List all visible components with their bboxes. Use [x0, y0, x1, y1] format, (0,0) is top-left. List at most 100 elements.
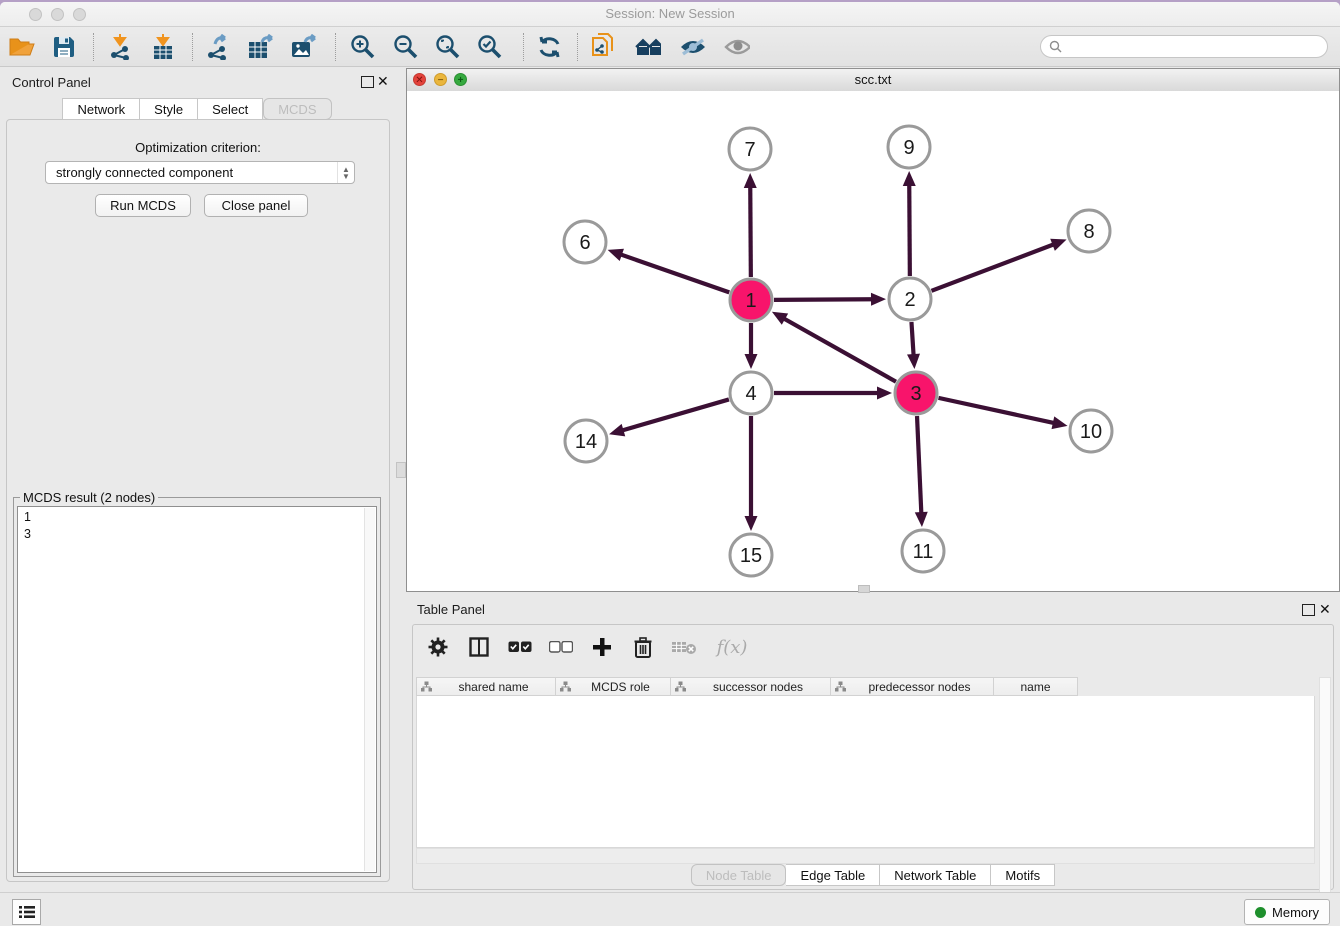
- table-body-background[interactable]: [416, 696, 1315, 848]
- edge-3-10[interactable]: [938, 398, 1054, 423]
- column-label: predecessor nodes: [846, 680, 993, 694]
- vertical-splitter-handle[interactable]: [396, 462, 406, 478]
- criterion-dropdown[interactable]: strongly connected component ▲▼: [45, 161, 355, 184]
- tab-edge-table[interactable]: Edge Table: [786, 864, 880, 886]
- table-horizontal-scrollbar[interactable]: [416, 848, 1315, 864]
- clone-network-icon[interactable]: [590, 34, 616, 60]
- list-icon: [19, 905, 35, 919]
- result-scrollbar[interactable]: [364, 508, 375, 871]
- export-network-icon[interactable]: [205, 34, 231, 60]
- node-label-14: 14: [575, 431, 597, 453]
- main-toolbar: [0, 27, 1340, 67]
- table-tabs: Node TableEdge TableNetwork TableMotifs: [413, 864, 1333, 886]
- tab-network-table[interactable]: Network Table: [880, 864, 991, 886]
- memory-status-icon: [1255, 907, 1266, 918]
- node-label-7: 7: [744, 139, 755, 161]
- delete-column-icon[interactable]: [630, 634, 656, 660]
- network-canvas[interactable]: 1234678910111415: [407, 91, 1339, 591]
- edge-arrowhead: [744, 173, 757, 188]
- show-all-icon[interactable]: [724, 34, 750, 60]
- edge-arrowhead: [745, 516, 758, 531]
- titlebar: Session: New Session: [0, 2, 1340, 27]
- node-label-10: 10: [1080, 421, 1102, 443]
- column-header-name[interactable]: name: [994, 677, 1078, 696]
- table-float-icon[interactable]: [1302, 604, 1315, 616]
- column-header-predecessor-nodes[interactable]: predecessor nodes: [831, 677, 994, 696]
- toolbar-separator: [577, 33, 578, 61]
- table-header-row: shared name MCDS role successor nodes prede…: [416, 677, 1315, 696]
- edge-2-8[interactable]: [932, 244, 1055, 291]
- edge-1-7[interactable]: [750, 186, 751, 277]
- search-input[interactable]: [1067, 39, 1327, 55]
- search-field[interactable]: [1040, 35, 1328, 58]
- node-label-8: 8: [1083, 221, 1094, 243]
- node-label-2: 2: [904, 289, 915, 311]
- task-history-button[interactable]: [12, 899, 41, 925]
- table-panel-header: Table Panel ✕: [406, 598, 1340, 624]
- edge-arrowhead: [608, 249, 624, 261]
- delete-table-icon[interactable]: [671, 634, 697, 660]
- tab-select[interactable]: Select: [198, 98, 263, 120]
- node-label-15: 15: [740, 545, 762, 567]
- edge-1-6[interactable]: [620, 254, 729, 292]
- control-panel-tabs: NetworkStyleSelectMCDS: [0, 98, 394, 120]
- toolbar-separator: [93, 33, 94, 61]
- edge-3-1[interactable]: [783, 318, 896, 382]
- toolbar-separator: [335, 33, 336, 61]
- close-panel-icon[interactable]: ✕: [377, 73, 389, 90]
- run-mcds-button[interactable]: Run MCDS: [95, 194, 191, 217]
- result-line: 1: [24, 509, 376, 526]
- zoom-fit-icon[interactable]: [435, 34, 461, 60]
- tab-style[interactable]: Style: [140, 98, 198, 120]
- edge-arrowhead: [871, 293, 886, 306]
- table-panel-title: Table Panel: [417, 602, 485, 617]
- column-header-shared-name[interactable]: shared name: [416, 677, 556, 696]
- table-settings-icon[interactable]: [425, 634, 451, 660]
- reset-view-icon[interactable]: [635, 34, 661, 60]
- canvas-resize-handle[interactable]: [858, 585, 870, 593]
- tab-motifs[interactable]: Motifs: [991, 864, 1055, 886]
- function-builder-icon[interactable]: f(x): [712, 634, 752, 660]
- edge-3-11[interactable]: [917, 416, 921, 514]
- mcds-result-area[interactable]: 13: [17, 506, 377, 873]
- export-table-icon[interactable]: [248, 34, 274, 60]
- select-all-columns-icon[interactable]: [507, 634, 533, 660]
- close-panel-button[interactable]: Close panel: [204, 194, 308, 217]
- column-label: MCDS role: [571, 680, 670, 694]
- split-columns-icon[interactable]: [466, 634, 492, 660]
- edge-arrowhead: [745, 354, 758, 369]
- dropdown-stepper-icon: ▲▼: [337, 162, 354, 183]
- import-table-icon[interactable]: [150, 34, 176, 60]
- deselect-all-columns-icon[interactable]: [548, 634, 574, 660]
- tab-mcds[interactable]: MCDS: [263, 98, 331, 120]
- column-header-successor-nodes[interactable]: successor nodes: [671, 677, 831, 696]
- zoom-out-icon[interactable]: [393, 34, 419, 60]
- refresh-layout-icon[interactable]: [537, 34, 563, 60]
- hide-selected-icon[interactable]: [679, 34, 705, 60]
- table-close-icon[interactable]: ✕: [1319, 601, 1331, 618]
- edge-2-3[interactable]: [911, 322, 913, 356]
- zoom-selected-icon[interactable]: [477, 34, 503, 60]
- edge-2-9[interactable]: [909, 184, 910, 276]
- control-panel-header: Control Panel ✕: [0, 68, 394, 96]
- app-window: Session: New Session: [0, 2, 1340, 926]
- column-header-MCDS-role[interactable]: MCDS role: [556, 677, 671, 696]
- edge-1-2[interactable]: [774, 299, 873, 300]
- tab-node-table[interactable]: Node Table: [691, 864, 787, 886]
- import-network-icon[interactable]: [107, 34, 133, 60]
- float-panel-icon[interactable]: [361, 76, 374, 88]
- tab-network[interactable]: Network: [62, 98, 140, 120]
- network-window-titlebar[interactable]: ✕ − + scc.txt: [407, 69, 1339, 92]
- export-image-icon[interactable]: [291, 34, 317, 60]
- memory-button[interactable]: Memory: [1244, 899, 1330, 925]
- column-label: successor nodes: [686, 680, 830, 694]
- edge-arrowhead: [915, 512, 928, 527]
- optimization-criterion-label: Optimization criterion:: [7, 140, 389, 155]
- edge-4-14[interactable]: [622, 399, 729, 430]
- zoom-in-icon[interactable]: [350, 34, 376, 60]
- hierarchy-icon: [421, 681, 432, 692]
- edge-arrowhead: [903, 171, 916, 186]
- save-session-icon[interactable]: [51, 34, 77, 60]
- open-file-icon[interactable]: [9, 34, 35, 60]
- add-column-icon[interactable]: [589, 634, 615, 660]
